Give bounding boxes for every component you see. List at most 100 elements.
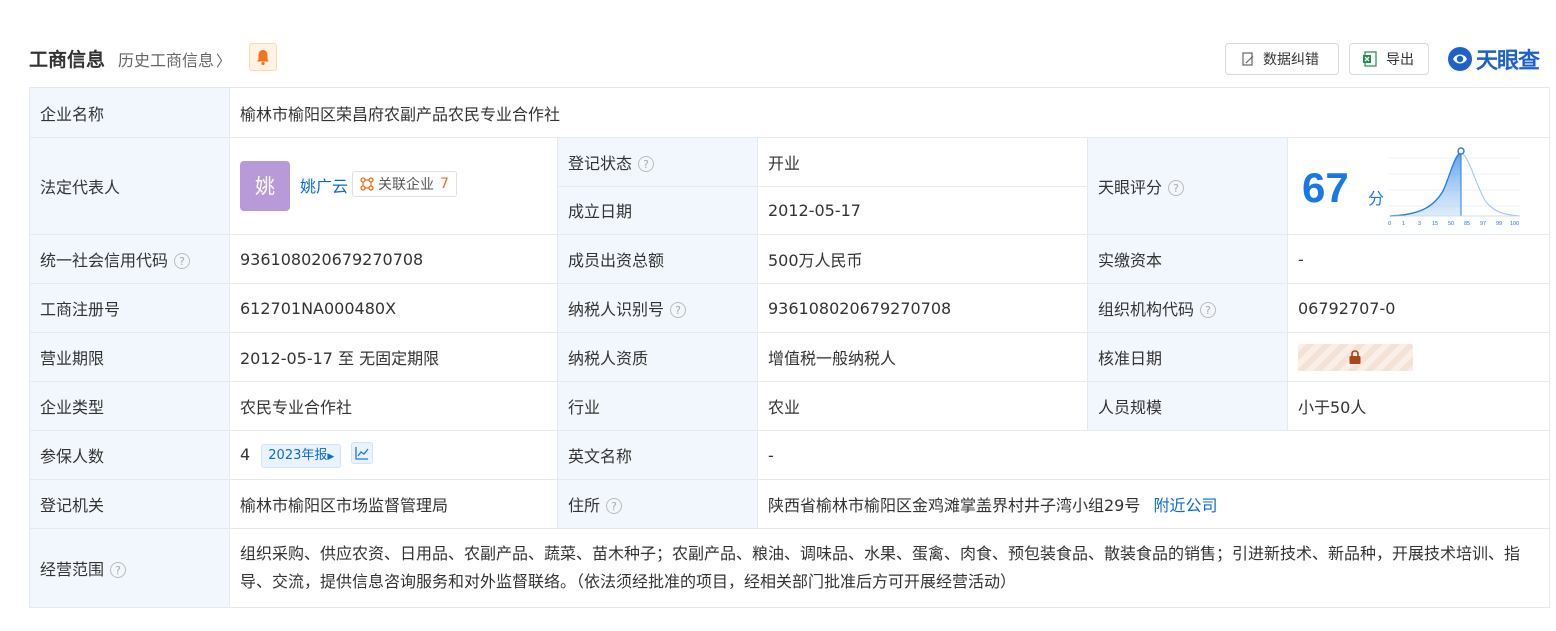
question-icon[interactable]: ? <box>638 155 655 172</box>
org-code-label: 组织机构代码? <box>1087 283 1288 333</box>
paid-capital-value: - <box>1287 234 1550 284</box>
company-name: 榆林市榆阳区荣昌府农副产品农民专业合作社 <box>229 87 1550 138</box>
table-row: 参保人数 4 2023年报▶ 英文名称 - <box>29 430 1550 480</box>
related-label[interactable]: 关联企业 <box>378 174 434 194</box>
found-date-value: 2012-05-17 <box>757 185 1088 235</box>
locked-value[interactable] <box>1298 343 1413 371</box>
insured-value: 4 <box>240 445 251 464</box>
trend-chart-button[interactable] <box>351 442 374 464</box>
trend-icon <box>355 447 369 460</box>
avatar[interactable]: 姚 <box>240 161 290 211</box>
taxpayer-id-label-text: 纳税人识别号 <box>568 300 665 319</box>
legal-rep-block: 姚 姚广云 关联企业 7 <box>240 161 547 211</box>
approve-date-cell <box>1287 332 1550 382</box>
insured-cell: 4 2023年报▶ <box>229 430 558 480</box>
score-axis-tick: 50 <box>1448 221 1454 227</box>
credit-code-label-text: 统一社会信用代码 <box>40 251 169 270</box>
score-axis-tick: 100 <box>1510 221 1519 227</box>
industry-label: 行业 <box>557 381 758 431</box>
authority-label: 登记机关 <box>29 479 230 529</box>
english-name-value: - <box>757 430 1550 480</box>
address-value: 陕西省榆林市榆阳区金鸡滩掌盖界村井子湾小组29号 <box>768 496 1141 515</box>
score-axis-tick: 1 <box>1402 221 1405 227</box>
english-name-label: 英文名称 <box>557 430 758 480</box>
tianyancha-logo: 天眼查 <box>1447 44 1540 74</box>
score-axis-tick: 99 <box>1496 221 1502 227</box>
related-companies-button[interactable]: 关联企业 7 <box>352 171 457 197</box>
credit-code-label: 统一社会信用代码? <box>29 234 230 284</box>
table-row: 法定代表人 姚 姚广云 关联企业 7 登记状态? 开业 天眼评分? 67 分 0… <box>29 137 1550 235</box>
table-row: 企业类型 农民专业合作社 行业 农业 人员规模 小于50人 <box>29 381 1550 431</box>
data-correct-label[interactable]: 数据纠错 <box>1263 49 1319 69</box>
industry-value: 农业 <box>757 381 1088 431</box>
scope-value: 组织采购、供应农资、日用品、农副产品、蔬菜、苗木种子；农副产品、粮油、调味品、水… <box>229 528 1550 608</box>
history-link-label[interactable]: 历史工商信息 <box>118 51 214 70</box>
section-header: 工商信息 历史工商信息〉 数据纠错 导出 天眼查 <box>0 40 1556 80</box>
score-value: 67 <box>1302 164 1349 211</box>
annual-report-tag[interactable]: 2023年报▶ <box>261 444 342 468</box>
address-cell: 陕西省榆林市榆阳区金鸡滩掌盖界村井子湾小组29号 附近公司 <box>757 479 1550 529</box>
capital-value: 500万人民币 <box>757 234 1088 284</box>
export-button[interactable]: 导出 <box>1349 43 1429 75</box>
nearby-companies-link[interactable]: 附近公司 <box>1153 496 1217 515</box>
reg-no-value: 612701NA000480X <box>229 283 558 333</box>
company-name-label: 企业名称 <box>29 87 230 138</box>
export-label[interactable]: 导出 <box>1386 49 1414 69</box>
business-info-table: 企业名称 榆林市榆阳区荣昌府农副产品农民专业合作社 法定代表人 姚 姚广云 关联… <box>29 87 1550 608</box>
type-label: 企业类型 <box>29 381 230 431</box>
edit-doc-icon <box>1242 52 1254 66</box>
term-value: 2012-05-17 至 无固定期限 <box>229 332 558 382</box>
table-row: 工商注册号 612701NA000480X 纳税人识别号? 9361080206… <box>29 283 1550 333</box>
logo-text: 天眼查 <box>1476 49 1540 74</box>
caret-right-icon: ▶ <box>327 452 335 462</box>
tianyan-score-label-text: 天眼评分 <box>1098 178 1163 197</box>
chevron-right-icon: 〉 <box>216 52 232 70</box>
tianyan-score-label: 天眼评分? <box>1087 137 1288 235</box>
annual-report-label[interactable]: 2023年报 <box>268 448 327 463</box>
reg-no-label: 工商注册号 <box>29 283 230 333</box>
question-icon[interactable]: ? <box>606 498 623 514</box>
score-axis-tick: 3 <box>1418 221 1421 227</box>
insured-label: 参保人数 <box>29 430 230 480</box>
legal-rep-cell: 姚 姚广云 关联企业 7 <box>229 137 558 235</box>
term-label: 营业期限 <box>29 332 230 382</box>
section-title: 工商信息 <box>29 49 106 71</box>
table-row: 统一社会信用代码? 936108020679270708 成员出资总额 500万… <box>29 234 1550 284</box>
table-row: 登记机关 榆林市榆阳区市场监督管理局 住所? 陕西省榆林市榆阳区金鸡滩掌盖界村井… <box>29 479 1550 529</box>
scope-label-text: 经营范围 <box>40 560 105 579</box>
data-correct-button[interactable]: 数据纠错 <box>1225 43 1339 75</box>
logo-eye-icon <box>1448 47 1472 71</box>
network-icon <box>360 177 374 191</box>
excel-icon <box>1363 51 1377 67</box>
question-icon[interactable]: ? <box>670 302 687 318</box>
taxpayer-id-label: 纳税人识别号? <box>557 283 758 333</box>
question-icon[interactable]: ? <box>1168 180 1185 196</box>
address-label: 住所? <box>557 479 758 529</box>
score-unit: 分 <box>1368 189 1385 208</box>
score-cell[interactable]: 67 分 0 1 3 15 50 85 97 99 100 <box>1287 137 1550 235</box>
tax-qual-value: 增值税一般纳税人 <box>757 332 1088 382</box>
score-distribution-chart: 0 1 3 15 50 85 97 99 100 <box>1388 147 1521 227</box>
question-icon[interactable]: ? <box>110 562 127 578</box>
taxpayer-id-value: 936108020679270708 <box>757 283 1088 333</box>
org-code-value: 06792707-0 <box>1287 283 1550 333</box>
score-axis-tick: 97 <box>1480 221 1486 227</box>
table-row: 营业期限 2012-05-17 至 无固定期限 纳税人资质 增值税一般纳税人 核… <box>29 332 1550 382</box>
reg-status-label: 登记状态? <box>557 137 758 187</box>
table-row: 企业名称 榆林市榆阳区荣昌府农副产品农民专业合作社 <box>29 87 1550 138</box>
score-block[interactable]: 67 分 0 1 3 15 50 85 97 99 100 <box>1288 138 1549 234</box>
related-count[interactable]: 7 <box>440 176 449 192</box>
authority-value: 榆林市榆阳区市场监督管理局 <box>229 479 558 529</box>
legal-rep-name[interactable]: 姚广云 <box>300 173 348 197</box>
address-label-text: 住所 <box>568 496 601 515</box>
table-row: 经营范围? 组织采购、供应农资、日用品、农副产品、蔬菜、苗木种子；农副产品、粮油… <box>29 528 1550 608</box>
question-icon[interactable]: ? <box>1200 302 1217 318</box>
lock-icon <box>1349 349 1361 364</box>
staff-label: 人员规模 <box>1087 381 1288 431</box>
bell-icon <box>257 50 269 66</box>
reg-status-label-text: 登记状态 <box>568 153 633 173</box>
score-axis-tick: 85 <box>1464 221 1470 227</box>
question-icon[interactable]: ? <box>174 253 191 269</box>
history-link[interactable]: 历史工商信息〉 <box>118 47 231 71</box>
bell-button[interactable] <box>249 43 277 71</box>
